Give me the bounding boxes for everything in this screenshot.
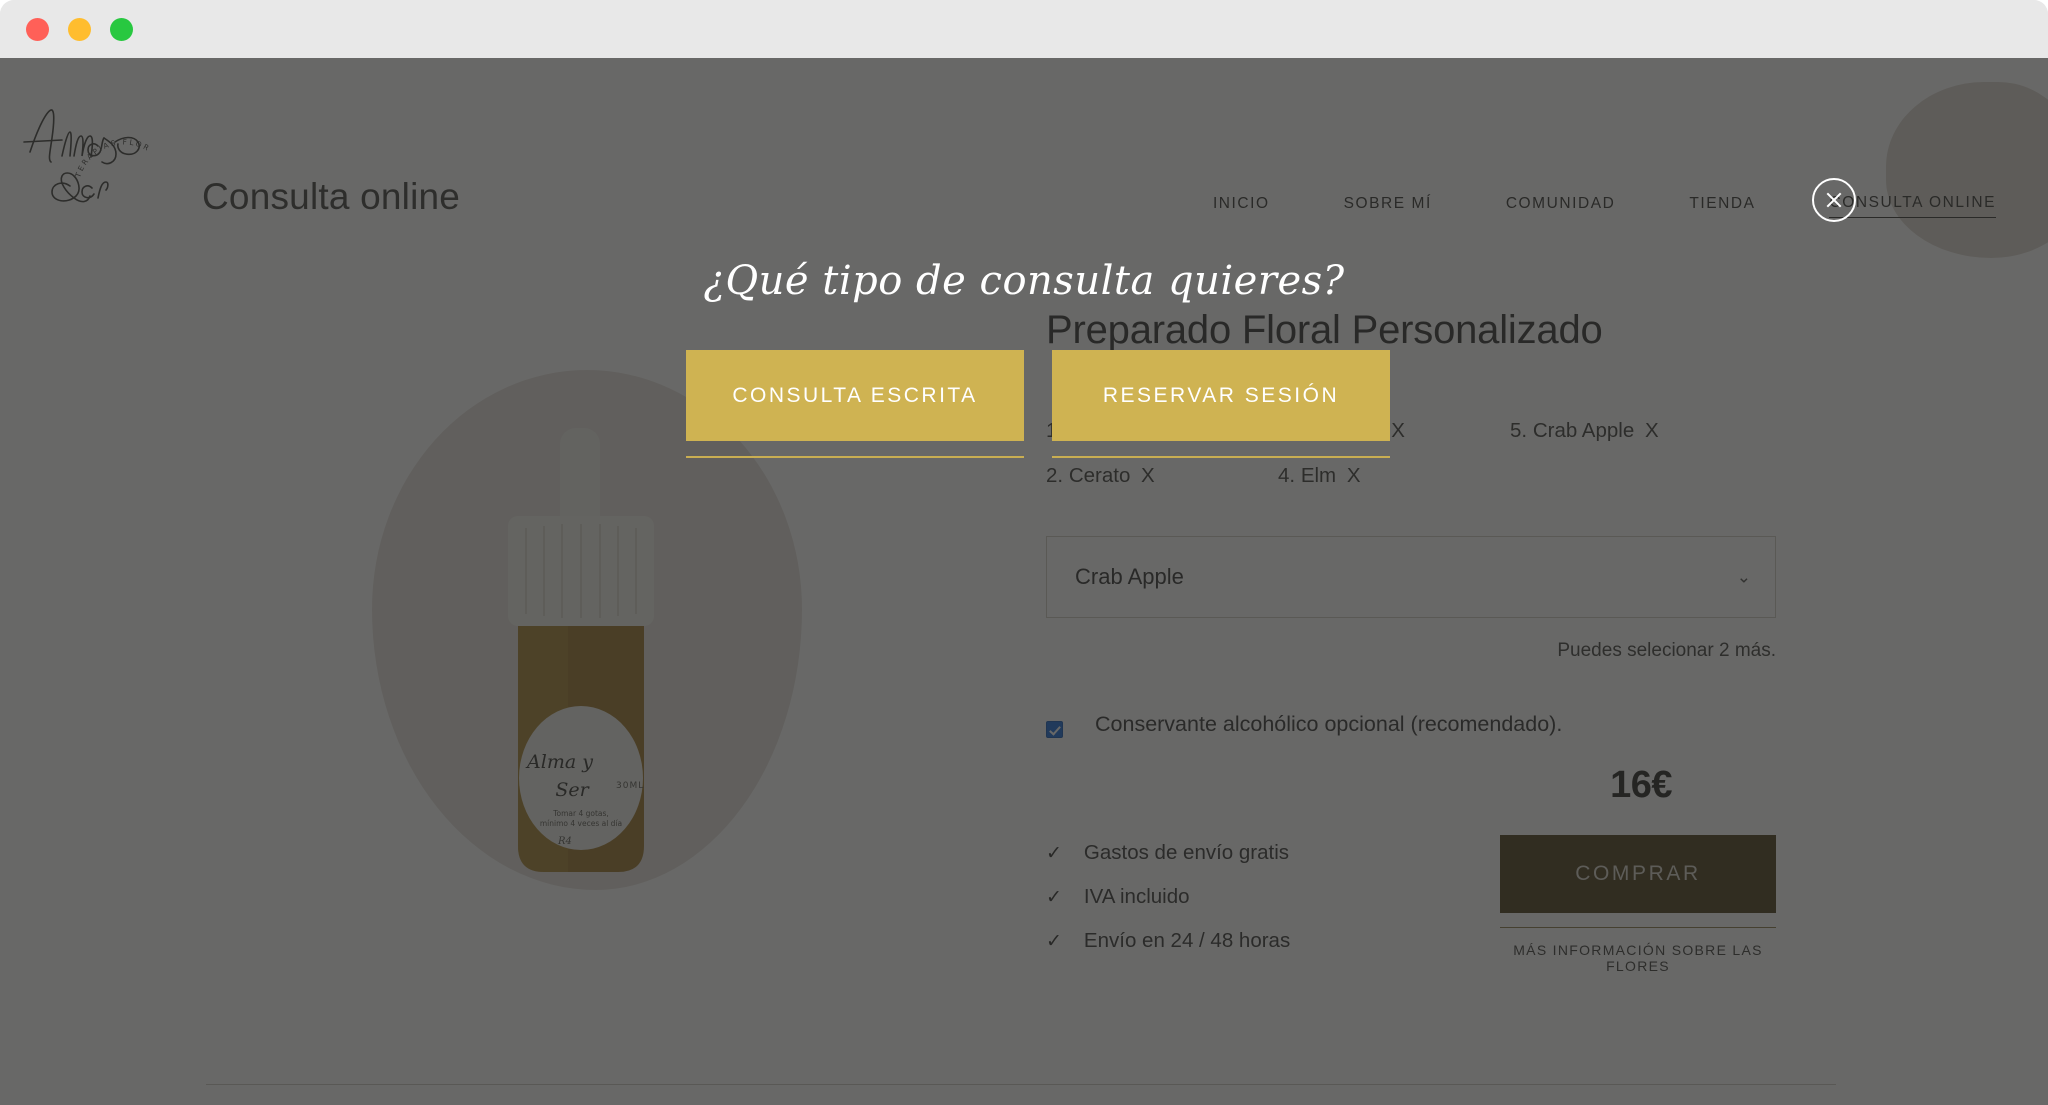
minimize-window-button[interactable] [68, 18, 91, 41]
option-underline [1052, 456, 1390, 458]
page-viewport: TERAPIAS FLORALES [0, 58, 2048, 1105]
option-reservar-sesion[interactable]: RESERVAR SESIÓN [1052, 350, 1390, 458]
option-reservar-sesion-label: RESERVAR SESIÓN [1052, 350, 1390, 441]
modal-title: ¿Qué tipo de consulta quieres? [703, 258, 1345, 304]
close-window-button[interactable] [26, 18, 49, 41]
window-titlebar [0, 0, 2048, 58]
option-consulta-escrita-label: CONSULTA ESCRITA [686, 350, 1024, 441]
option-underline [686, 456, 1024, 458]
zoom-window-button[interactable] [110, 18, 133, 41]
window-traffic-lights [26, 18, 133, 41]
close-modal-icon[interactable] [1812, 178, 1856, 222]
option-consulta-escrita[interactable]: CONSULTA ESCRITA [686, 350, 1024, 458]
modal-option-buttons: CONSULTA ESCRITA RESERVAR SESIÓN [686, 350, 1390, 458]
browser-window: TERAPIAS FLORALES [0, 0, 2048, 1105]
modal-scrim[interactable] [0, 58, 2048, 1105]
